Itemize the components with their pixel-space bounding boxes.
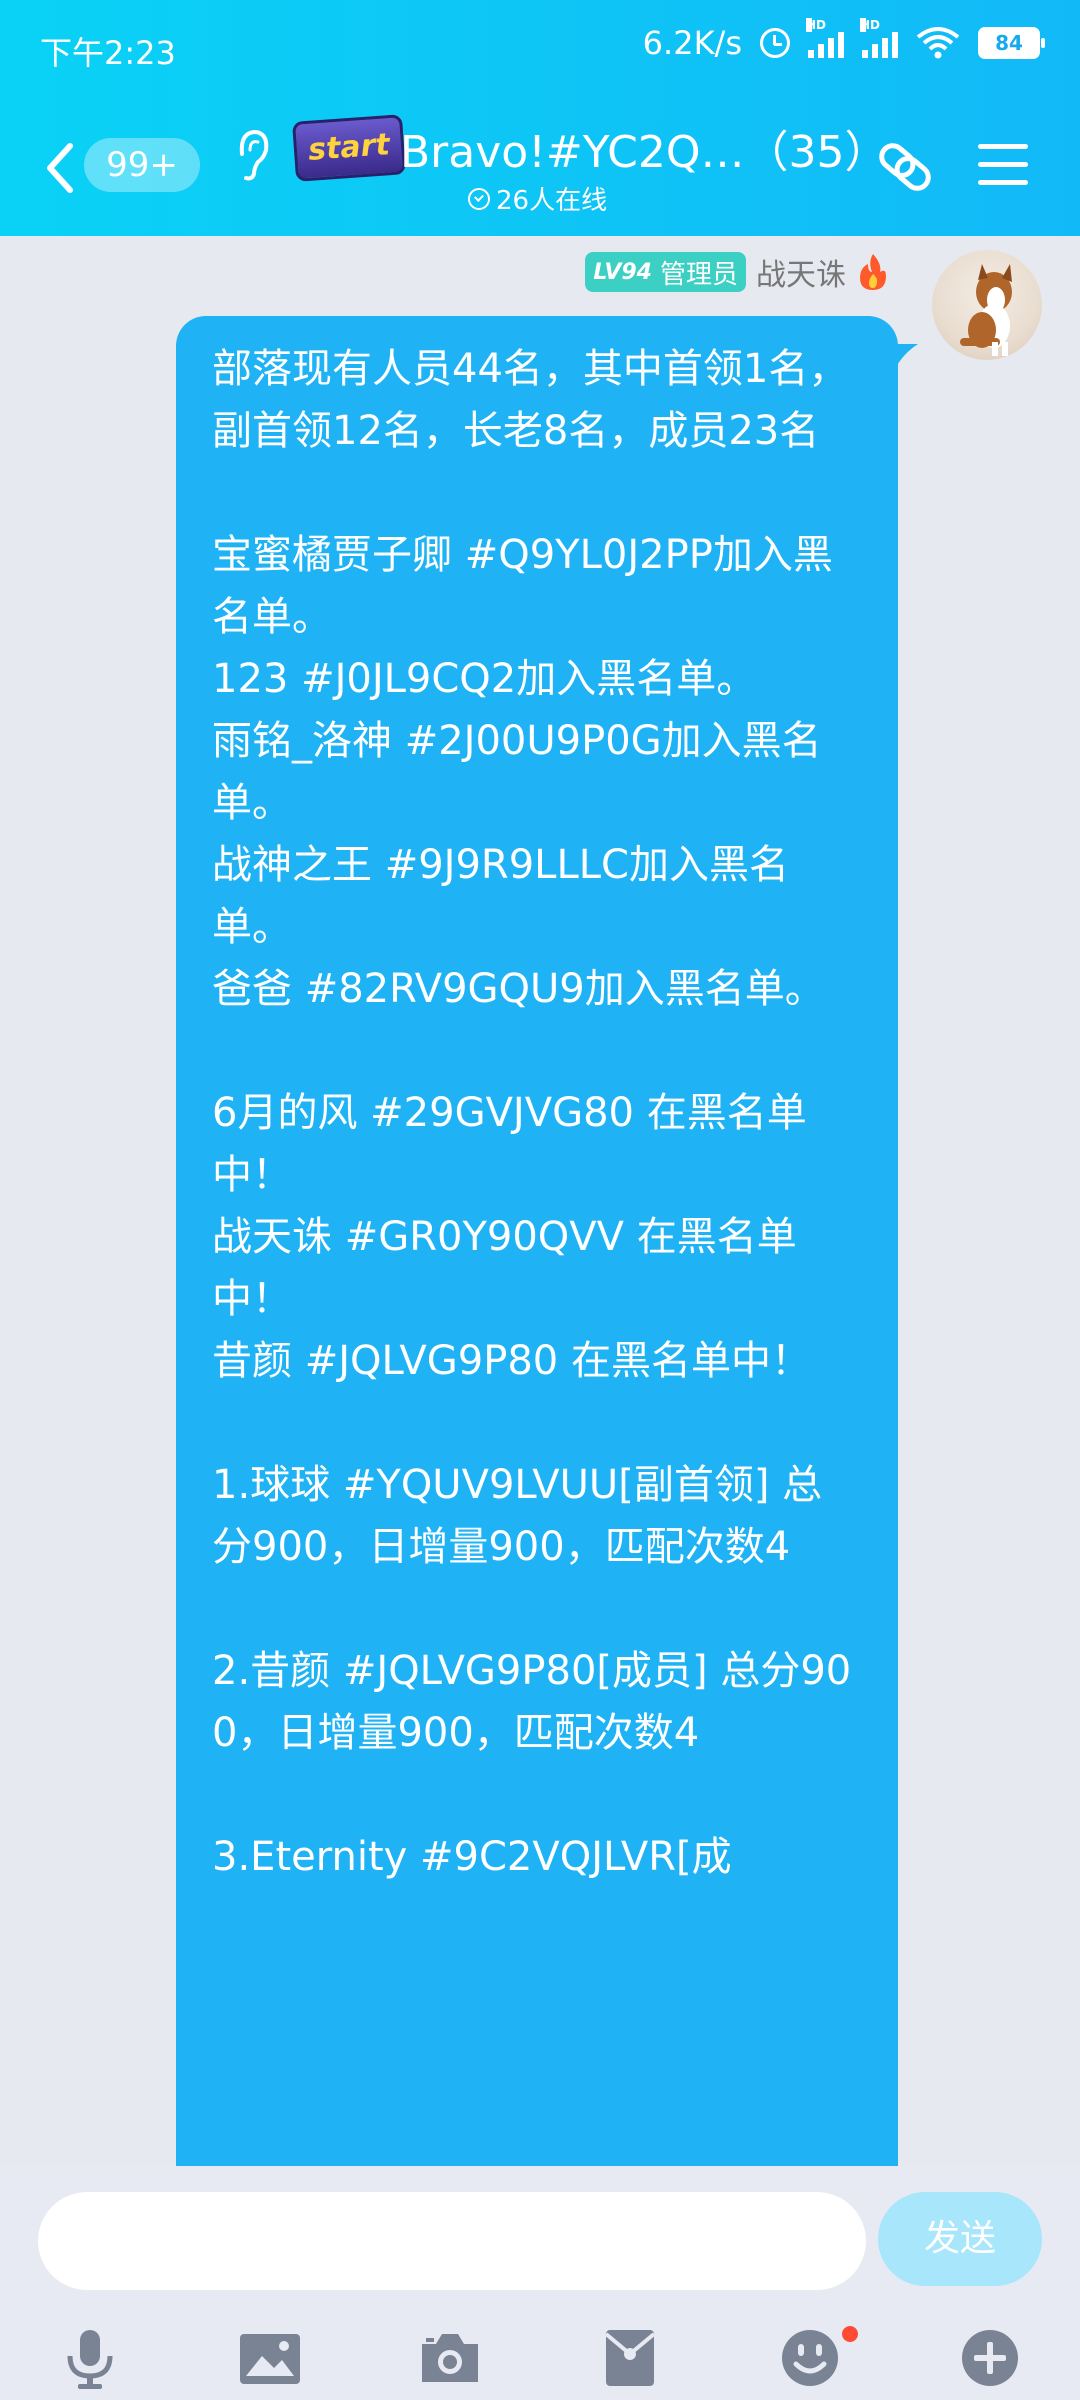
unread-count-badge[interactable]: 99+ (84, 138, 200, 192)
online-count: 26人在线 (496, 186, 608, 216)
input-toolbar (0, 2326, 1080, 2396)
group-title[interactable]: Bravo!#YC2Q…（35） (400, 116, 889, 180)
ear-icon[interactable] (232, 124, 272, 184)
message-line: 1.球球 #YQUV9LVUU[副首领] 总分900，日增量900，匹配次数4 (212, 1462, 823, 1570)
message-line: 雨铭_洛神 #2J00U9P0G加入黑名单。 (212, 718, 822, 826)
send-button[interactable]: 发送 (878, 2192, 1042, 2286)
sender-name[interactable]: 战天诛 (756, 250, 846, 294)
fire-icon (860, 254, 886, 290)
alarm-icon (760, 28, 790, 58)
battery-indicator: 84 (978, 27, 1045, 59)
chat-area[interactable]: LV94 管理员 战天诛 部落现有人员44名，其中首领1名，副首领12名，长老8… (0, 236, 1080, 2166)
network-speed: 6.2K/s (642, 24, 742, 62)
online-status: 26人在线 (468, 180, 607, 217)
message-line: 爸爸 #82RV9GQU9加入黑名单。 (212, 966, 825, 1012)
plus-icon[interactable] (958, 2326, 1022, 2390)
red-packet-icon[interactable] (598, 2326, 662, 2390)
message-line: 昔颜 #JQLVG9P80 在黑名单中！ (212, 1338, 811, 1384)
role-label: 管理员 (659, 259, 738, 290)
message-line: 战神之王 #9J9R9LLLC加入黑名单。 (212, 842, 789, 950)
message-input[interactable] (38, 2192, 866, 2290)
back-arrow-icon[interactable] (40, 138, 80, 198)
image-icon[interactable] (238, 2326, 302, 2390)
signal-hd-label: HD (860, 18, 881, 32)
message-line: 3.Eternity #9C2VQJLVR[成 (212, 1834, 732, 1880)
message-bubble[interactable]: 部落现有人员44名，其中首领1名，副首领12名，长老8名，成员23名 宝蜜橘贾子… (176, 316, 898, 2166)
message-text: 部落现有人员44名，其中首领1名，副首领12名，长老8名，成员23名 宝蜜橘贾子… (212, 338, 862, 1888)
wifi-icon (916, 27, 960, 59)
signal-icon: HD (806, 18, 844, 58)
microphone-icon[interactable] (58, 2326, 122, 2390)
status-icons: 6.2K/s HD HD 84 (642, 18, 1045, 62)
header: 下午2:23 6.2K/s HD HD 84 99+ start Bravo!#… (0, 0, 1080, 236)
avatar[interactable] (932, 250, 1042, 360)
status-time: 下午2:23 (40, 34, 176, 72)
message-line: 宝蜜橘贾子卿 #Q9YL0J2PP加入黑名单。 (212, 532, 833, 640)
sender-info: LV94 管理员 战天诛 (585, 250, 890, 294)
input-bar: 发送 (0, 2166, 1080, 2400)
message-line: 123 #J0JL9CQ2加入黑名单。 (212, 656, 757, 702)
bubble-tail (888, 344, 918, 374)
message-line: 2.昔颜 #JQLVG9P80[成员] 总分900，日增量900，匹配次数4 (212, 1648, 852, 1756)
dog-avatar-icon (960, 264, 1012, 356)
camera-icon[interactable] (418, 2326, 482, 2390)
signal-icon: HD (860, 18, 898, 58)
check-circle-icon (468, 187, 490, 210)
link-icon[interactable] (872, 134, 938, 200)
role-badge: LV94 管理员 (585, 252, 746, 292)
message-line: 战天诛 #GR0Y90QVV 在黑名单中！ (212, 1214, 797, 1322)
status-bar: 下午2:23 6.2K/s HD HD 84 (0, 0, 1080, 96)
message-line: 6月的风 #29GVJVG80 在黑名单中！ (212, 1090, 807, 1198)
group-logo: start (292, 114, 406, 182)
title-bar: 99+ start Bravo!#YC2Q…（35） 26人在线 (0, 96, 1080, 236)
notification-dot (842, 2326, 858, 2342)
level-label: LV94 (593, 259, 652, 285)
message-line: 部落现有人员44名，其中首领1名，副首领12名，长老8名，成员23名 (212, 346, 849, 454)
menu-icon[interactable] (978, 144, 1028, 188)
emoji-icon[interactable] (778, 2326, 842, 2390)
signal-hd-label: HD (806, 18, 827, 32)
